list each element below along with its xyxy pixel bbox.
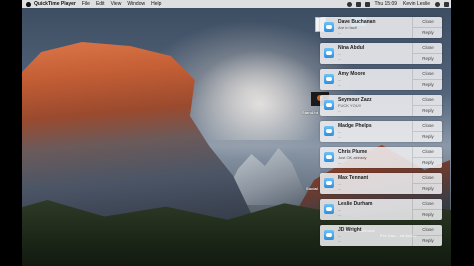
notification-card[interactable]: Leslie Durham...... Close Reply [320,199,443,220]
menu-app-name[interactable]: QuickTime Player [31,0,79,8]
notification-message-2: ... [338,186,342,191]
menu-bar: QuickTime Player File Edit View Window H… [22,0,451,8]
reply-button[interactable]: Reply [413,79,443,89]
reply-button[interactable]: Reply [413,183,443,193]
menu-edit[interactable]: Edit [93,0,108,8]
clouds [190,50,330,140]
notification-card[interactable]: Nina Abdul...... Close Reply [320,43,443,64]
menu-help[interactable]: Help [148,0,164,8]
reply-button[interactable]: Reply [413,27,443,37]
notification-message-2: ... [338,238,342,243]
notification-card[interactable]: Chris Plume Just OK already... Close Reply [320,147,443,168]
notification-text: Dave Buchanan Are in fact!... [338,19,408,35]
letterbox-left [0,0,22,266]
notification-message-2: ... [338,134,342,139]
notification-message-2: ... [338,108,342,113]
notification-card[interactable]: Seymour Zazz FUCK YOU!!... Close Reply [320,95,443,116]
notification-card[interactable]: Dave Buchanan Are in fact!... Close Reply [320,17,443,38]
notification-message-2: ... [338,160,342,165]
close-button[interactable]: Close [413,17,443,27]
notification-actions: Close Reply [412,199,443,220]
notification-actions: Close Reply [412,225,443,246]
letterbox-right [451,0,474,266]
desktop-label-stand[interactable]: Stand.ht [302,110,318,115]
close-button[interactable]: Close [413,147,443,157]
wifi-icon[interactable] [346,1,352,7]
notification-text: JD Wright...... [338,227,408,243]
messages-app-icon [324,48,334,58]
notification-message-2: ... [338,212,342,217]
notification-actions: Close Reply [412,17,443,38]
close-button[interactable]: Close [413,69,443,79]
notification-text: Max Tennant...... [338,175,408,191]
reply-button[interactable]: Reply [413,131,443,141]
messages-app-icon [324,178,334,188]
notification-actions: Close Reply [412,69,443,90]
battery-icon[interactable] [364,1,370,7]
notification-message-2: ... [338,30,342,35]
menu-view[interactable]: View [108,0,125,8]
notification-message-2: ... [338,82,342,87]
search-icon[interactable] [435,1,440,7]
messages-app-icon [324,100,334,110]
menu-window[interactable]: Window [124,0,148,8]
notification-card[interactable]: Max Tennant...... Close Reply [320,173,443,194]
notification-text: Nina Abdul...... [338,45,408,61]
messages-app-icon [324,152,334,162]
notification-actions: Close Reply [412,43,443,64]
messages-app-icon [324,22,334,32]
notification-text: Chris Plume Just OK already... [338,149,408,165]
notification-card[interactable]: Amy Moore...... Close Reply [320,69,443,90]
close-button[interactable]: Close [413,95,443,105]
reply-button[interactable]: Reply [413,53,443,63]
notification-card[interactable]: JD Wright...... Close Reply [320,225,443,246]
status-area: Thu 15:09 Kevin Leslie [345,0,452,8]
notification-text: Leslie Durham...... [338,201,408,217]
notification-card[interactable]: Madge Phelps...... Close Reply [320,121,443,142]
messages-app-icon [324,126,334,136]
close-button[interactable]: Close [413,173,443,183]
notification-actions: Close Reply [412,173,443,194]
notification-message-2: ... [338,56,342,61]
reply-button[interactable]: Reply [413,209,443,219]
notification-actions: Close Reply [412,121,443,142]
notification-text: Madge Phelps...... [338,123,408,139]
notification-text: Seymour Zazz FUCK YOU!!... [338,97,408,113]
messages-app-icon [324,74,334,84]
notification-actions: Close Reply [412,147,443,168]
notification-text: Amy Moore...... [338,71,408,87]
desktop-label-social[interactable]: Social [306,186,318,191]
close-button[interactable]: Close [413,199,443,209]
menu-user[interactable]: Kevin Leslie [400,0,433,8]
messages-app-icon [324,204,334,214]
reply-button[interactable]: Reply [413,105,443,115]
volume-icon[interactable] [355,1,361,7]
close-button[interactable]: Close [413,121,443,131]
reply-button[interactable]: Reply [413,157,443,167]
reply-button[interactable]: Reply [413,235,443,245]
menu-clock[interactable]: Thu 15:09 [372,0,401,8]
menu-file[interactable]: File [79,0,93,8]
close-button[interactable]: Close [413,225,443,235]
close-button[interactable]: Close [413,43,443,53]
notification-actions: Close Reply [412,95,443,116]
notification-center-icon[interactable] [444,1,449,7]
messages-app-icon [324,230,334,240]
